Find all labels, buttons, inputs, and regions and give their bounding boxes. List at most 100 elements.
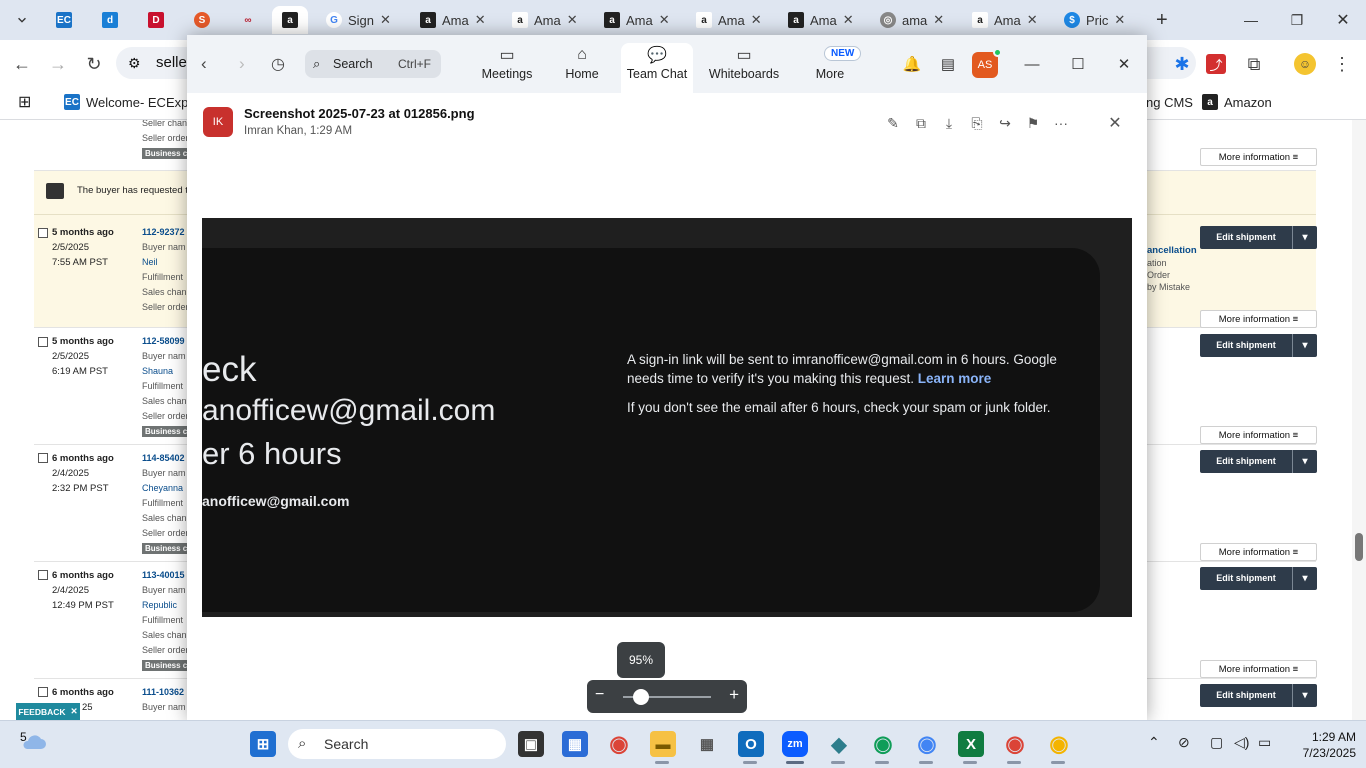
- chrome-app[interactable]: ◉: [606, 731, 632, 757]
- tab-home[interactable]: ⌂ Home: [551, 43, 613, 93]
- tab-team-chat[interactable]: 💬 Team Chat: [621, 43, 693, 93]
- more-information-button[interactable]: More information ≡: [1200, 310, 1317, 328]
- excel-app[interactable]: X: [958, 731, 984, 757]
- tray-battery[interactable]: ▭: [1258, 734, 1271, 751]
- tab-swirl[interactable]: S: [188, 6, 216, 34]
- pdf-extension-icon[interactable]: ⤴: [1206, 54, 1226, 74]
- edit-shipment-button[interactable]: Edit shipment ▾: [1200, 334, 1317, 357]
- chrome-profile-3[interactable]: ◉: [1002, 731, 1028, 757]
- buyer-link[interactable]: Cheyanna: [142, 481, 192, 496]
- zoom-out-button[interactable]: −: [595, 686, 604, 704]
- site-info-icon[interactable]: ⚙: [128, 47, 141, 79]
- chevron-down-icon[interactable]: ▾: [1293, 226, 1317, 249]
- close-icon[interactable]: ✕: [475, 12, 486, 28]
- tab-amazon-4[interactable]: a Ama ✕: [690, 6, 768, 34]
- zoom-back-button[interactable]: ‹: [201, 54, 207, 74]
- tab-doc[interactable]: d: [96, 6, 124, 34]
- extension-icon[interactable]: ✱: [1170, 52, 1194, 76]
- back-button[interactable]: ←: [10, 52, 34, 76]
- tray-display[interactable]: ▢: [1210, 734, 1223, 751]
- row-checkbox[interactable]: [38, 228, 48, 238]
- close-icon[interactable]: ✕: [843, 12, 854, 28]
- chevron-down-icon[interactable]: ▾: [1293, 334, 1317, 357]
- more-information-button[interactable]: More information ≡: [1200, 426, 1317, 444]
- tab-amazon-active[interactable]: a: [272, 6, 308, 34]
- chevron-down-icon[interactable]: ▾: [1293, 450, 1317, 473]
- tab-ec[interactable]: EC: [50, 6, 78, 34]
- page-scrollbar[interactable]: [1352, 120, 1366, 720]
- row-checkbox[interactable]: [38, 337, 48, 347]
- zoom-history-button[interactable]: ◷: [271, 54, 285, 74]
- avatar[interactable]: AS: [972, 48, 1002, 78]
- tab-link[interactable]: ∞: [234, 6, 262, 34]
- taskbar-clock[interactable]: 1:29 AM 7/23/2025: [1292, 729, 1356, 761]
- vpn-app[interactable]: ◆: [826, 731, 852, 757]
- new-tab-button[interactable]: +: [1150, 6, 1174, 34]
- tray-overflow-button[interactable]: ⌃: [1148, 734, 1160, 751]
- feedback-button[interactable]: FEEDBACK ✕: [16, 703, 80, 720]
- scrollbar-thumb[interactable]: [1355, 533, 1363, 561]
- zoom-search-input[interactable]: ⌕ Search Ctrl+F: [305, 50, 441, 78]
- outlook-app[interactable]: O: [738, 731, 764, 757]
- buyer-link[interactable]: Shauna: [142, 364, 192, 379]
- task-view-button[interactable]: ▣: [518, 731, 544, 757]
- row-checkbox[interactable]: [38, 453, 48, 463]
- share-button[interactable]: ↪: [995, 113, 1015, 133]
- chrome-profile-4[interactable]: ◉: [1046, 731, 1072, 757]
- edit-shipment-button[interactable]: Edit shipment ▾: [1200, 226, 1317, 249]
- browser-restore-button[interactable]: ❐: [1274, 0, 1320, 40]
- edit-shipment-button[interactable]: Edit shipment ▾: [1200, 567, 1317, 590]
- extensions-button[interactable]: ⧉: [1242, 52, 1266, 76]
- close-icon[interactable]: ✕: [751, 12, 762, 28]
- tab-google-sign[interactable]: G Sign ✕: [320, 6, 397, 34]
- calendar-button[interactable]: ▤: [936, 52, 960, 76]
- order-link[interactable]: 112-92372: [142, 225, 192, 240]
- reload-button[interactable]: ↻: [82, 52, 106, 76]
- close-icon[interactable]: ✕: [567, 12, 578, 28]
- tab-amazon-6[interactable]: a Ama ✕: [966, 6, 1044, 34]
- close-icon[interactable]: ✕: [659, 12, 670, 28]
- order-link[interactable]: 113-40015: [142, 568, 192, 583]
- bookmark-cms[interactable]: ng CMS: [1146, 92, 1193, 112]
- tray-volume[interactable]: ◁): [1234, 734, 1249, 751]
- calculator-app[interactable]: ▦: [694, 731, 720, 757]
- tab-whiteboards[interactable]: ▭ Whiteboards: [705, 43, 783, 93]
- browser-close-button[interactable]: ✕: [1320, 0, 1366, 40]
- more-information-button[interactable]: More information ≡: [1200, 660, 1317, 678]
- tab-amazon-1[interactable]: a Ama ✕: [414, 6, 492, 34]
- annotate-button[interactable]: ✎: [883, 113, 903, 133]
- zoom-minimize-button[interactable]: —: [1020, 52, 1044, 76]
- buyer-link[interactable]: Republic: [142, 598, 192, 613]
- zoom-close-button[interactable]: ✕: [1112, 52, 1136, 76]
- start-button[interactable]: ⊞: [250, 731, 276, 757]
- taskbar-search[interactable]: ⌕ Search: [288, 729, 506, 759]
- zoom-in-button[interactable]: +: [729, 685, 739, 705]
- store-app[interactable]: ▦: [562, 731, 588, 757]
- tab-meetings[interactable]: ▭ Meetings: [475, 43, 539, 93]
- close-icon[interactable]: ✕: [71, 706, 78, 717]
- row-checkbox[interactable]: [38, 687, 48, 697]
- close-icon[interactable]: ✕: [1114, 12, 1125, 28]
- tab-amazon-5[interactable]: a Ama ✕: [782, 6, 860, 34]
- profile-button[interactable]: ☺: [1294, 53, 1316, 75]
- buyer-link[interactable]: Neil: [142, 255, 192, 270]
- bookmark-welcome[interactable]: EC Welcome- ECExpres: [64, 92, 206, 112]
- chevron-down-icon[interactable]: ▾: [1293, 684, 1317, 707]
- close-icon[interactable]: ✕: [1027, 12, 1038, 28]
- tab-globe[interactable]: ◎ ama ✕: [874, 6, 950, 34]
- tab-amazon-2[interactable]: a Ama ✕: [506, 6, 584, 34]
- more-information-button[interactable]: More information ≡: [1200, 148, 1317, 166]
- tab-amazon-3[interactable]: a Ama ✕: [598, 6, 676, 34]
- file-explorer-app[interactable]: ▬: [650, 731, 676, 757]
- bookmark-button[interactable]: ⚑: [1023, 113, 1043, 133]
- apps-button[interactable]: ⊞: [18, 92, 31, 112]
- edit-shipment-button[interactable]: Edit shipment ▾: [1200, 450, 1317, 473]
- close-icon[interactable]: ✕: [380, 12, 391, 28]
- download-button[interactable]: ⤓: [939, 113, 959, 133]
- more-information-button[interactable]: More information ≡: [1200, 543, 1317, 561]
- row-checkbox[interactable]: [38, 570, 48, 580]
- order-link[interactable]: 114-85402: [142, 451, 192, 466]
- chrome-profile-1[interactable]: ◉: [870, 731, 896, 757]
- zoom-forward-button[interactable]: ›: [239, 54, 245, 74]
- browser-minimize-button[interactable]: —: [1228, 0, 1274, 40]
